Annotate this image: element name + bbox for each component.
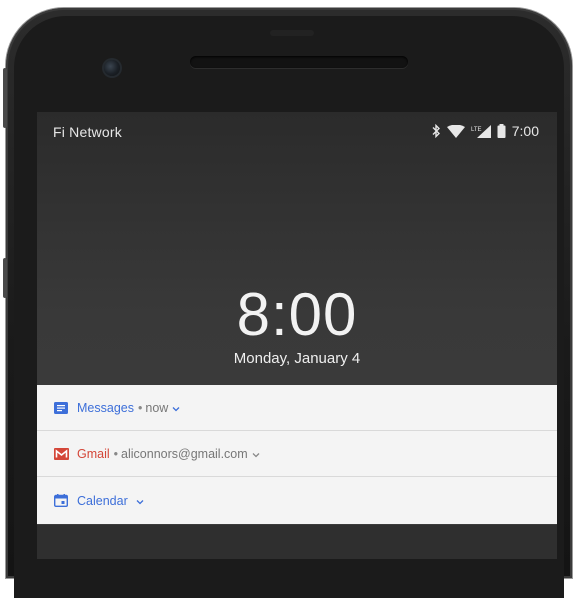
lockscreen-clock: 8:00 <box>236 281 358 348</box>
svg-text:LTE: LTE <box>471 127 482 133</box>
side-button <box>3 68 7 128</box>
chevron-down-icon[interactable] <box>252 447 260 461</box>
status-icons: LTE 7:00 <box>431 123 539 139</box>
top-notch <box>270 30 314 36</box>
front-camera <box>104 60 120 76</box>
notification-app-name: Calendar <box>77 493 128 508</box>
messages-icon <box>53 401 69 415</box>
notification-calendar[interactable]: Calendar <box>37 477 557 524</box>
notification-list: Messages • now Gmail • aliconnors@gmail.… <box>37 385 557 524</box>
lockscreen-bottom <box>37 525 557 559</box>
notification-gmail[interactable]: Gmail • aliconnors@gmail.com <box>37 431 557 477</box>
separator-dot: • <box>137 400 143 415</box>
notification-app-name: Gmail <box>77 446 110 461</box>
earpiece-speaker <box>190 56 408 68</box>
separator-dot: • <box>113 446 119 461</box>
chevron-down-icon[interactable] <box>172 401 180 415</box>
bluetooth-icon <box>431 124 441 138</box>
lockscreen-date: Monday, January 4 <box>233 350 361 367</box>
lock-screen: Fi Network LTE 7:00 8:00 Monday, January… <box>37 112 557 559</box>
status-time: 7:00 <box>511 123 539 139</box>
carrier-label: Fi Network <box>53 124 122 140</box>
side-button-lower <box>3 258 7 298</box>
lte-signal-icon: LTE <box>471 124 491 138</box>
gmail-icon <box>53 447 69 461</box>
notification-detail: aliconnors@gmail.com <box>121 446 248 461</box>
notification-detail: now <box>145 400 169 415</box>
wifi-icon <box>446 124 465 138</box>
notification-app-name: Messages <box>77 400 134 415</box>
status-bar: Fi Network LTE 7:00 <box>37 112 557 152</box>
battery-icon <box>497 124 506 138</box>
notification-messages[interactable]: Messages • now <box>37 385 557 431</box>
chevron-down-icon[interactable] <box>136 494 144 508</box>
calendar-icon <box>53 494 69 508</box>
